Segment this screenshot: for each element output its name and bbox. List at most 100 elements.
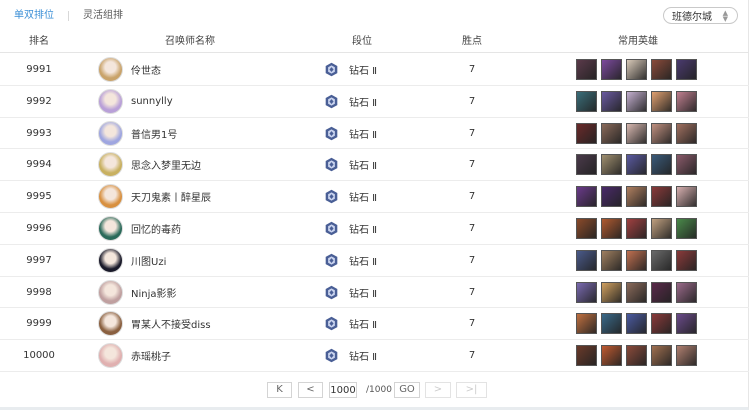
- champion-icon[interactable]: [651, 59, 672, 80]
- champion-icon[interactable]: [601, 122, 622, 144]
- summoner-avatar: [98, 184, 123, 210]
- champion-icon[interactable]: [676, 122, 697, 144]
- summoner-cell[interactable]: 普信男1号: [98, 118, 298, 149]
- champion-icon[interactable]: [576, 186, 597, 208]
- rank-cell: 9994: [26, 159, 52, 171]
- champion-icon[interactable]: [601, 154, 622, 176]
- last-page-button[interactable]: >|: [456, 382, 487, 398]
- champion-icon[interactable]: [676, 345, 697, 367]
- table-row[interactable]: 10000 赤瑶桃子 钻石 Ⅱ 7: [0, 340, 749, 372]
- champion-icon[interactable]: [651, 186, 672, 208]
- champion-icon[interactable]: [651, 154, 672, 176]
- tier-label: 钻石 Ⅱ: [349, 320, 378, 332]
- champion-icon[interactable]: [576, 122, 597, 144]
- champion-icon[interactable]: [626, 217, 647, 239]
- first-page-button[interactable]: K: [267, 382, 292, 398]
- champion-icon[interactable]: [651, 90, 672, 112]
- champion-icon[interactable]: [576, 345, 597, 367]
- champion-icon[interactable]: [676, 90, 697, 112]
- go-button[interactable]: GO: [394, 382, 420, 398]
- champion-icon[interactable]: [576, 154, 597, 176]
- champion-list: [576, 245, 700, 276]
- champion-list: [576, 308, 700, 339]
- champion-icon[interactable]: [601, 59, 622, 80]
- next-page-button[interactable]: >: [425, 382, 451, 398]
- champion-icon[interactable]: [601, 313, 622, 335]
- summoner-avatar: [98, 279, 123, 305]
- tab-flex[interactable]: 灵活组排: [83, 9, 123, 23]
- ranking-table-body: 9991 伶世态 钻石 Ⅱ 7 9992 sunnylly 钻石 Ⅱ 7 9993 普信男1号 钻石…: [0, 54, 749, 372]
- champion-icon[interactable]: [601, 186, 622, 208]
- diamond-tier-icon: [324, 157, 339, 172]
- tab-solo-duo[interactable]: 单双排位: [14, 9, 54, 23]
- table-row[interactable]: 9993 普信男1号 钻石 Ⅱ 7: [0, 118, 749, 150]
- champion-icon[interactable]: [651, 281, 672, 303]
- champion-list: [576, 340, 700, 371]
- summoner-cell[interactable]: 天刀鬼素丨醉星辰: [98, 181, 298, 212]
- table-row[interactable]: 9992 sunnylly 钻石 Ⅱ 7: [0, 86, 749, 118]
- champion-icon[interactable]: [601, 217, 622, 239]
- champion-icon[interactable]: [651, 249, 672, 271]
- table-row[interactable]: 9999 胃某人不接受diss 钻石 Ⅱ 7: [0, 308, 749, 341]
- table-row[interactable]: 9998 Ninja影影 钻石 Ⅱ 7: [0, 277, 749, 309]
- table-row[interactable]: 9991 伶世态 钻石 Ⅱ 7: [0, 54, 749, 86]
- champion-icon[interactable]: [676, 186, 697, 208]
- summoner-cell[interactable]: sunnylly: [98, 86, 298, 117]
- champion-icon[interactable]: [576, 90, 597, 112]
- champion-icon[interactable]: [676, 59, 697, 80]
- champion-icon[interactable]: [626, 345, 647, 367]
- prev-page-button[interactable]: <: [298, 382, 323, 398]
- champion-icon[interactable]: [651, 313, 672, 335]
- champion-icon[interactable]: [601, 281, 622, 303]
- champion-icon[interactable]: [676, 281, 697, 303]
- summoner-name: 赤瑶桃子: [131, 352, 171, 364]
- diamond-tier-icon: [324, 253, 339, 268]
- summoner-name: 回忆的毒药: [131, 224, 181, 236]
- summoner-cell[interactable]: Ninja影影: [98, 277, 298, 308]
- champion-list: [576, 149, 700, 180]
- summoner-cell[interactable]: 伶世态: [98, 54, 298, 85]
- champion-icon[interactable]: [676, 313, 697, 335]
- champion-icon[interactable]: [576, 217, 597, 239]
- diamond-tier-icon: [324, 316, 339, 331]
- server-select[interactable]: 班德尔城 ▲ ▼: [663, 7, 738, 24]
- table-row[interactable]: 9997 川图Uzi 钻石 Ⅱ 7: [0, 245, 749, 277]
- champion-icon[interactable]: [651, 345, 672, 367]
- champion-icon[interactable]: [676, 154, 697, 176]
- champion-icon[interactable]: [651, 217, 672, 239]
- summoner-cell[interactable]: 回忆的毒药: [98, 213, 298, 244]
- tier-cell: 钻石 Ⅱ: [324, 86, 404, 117]
- champion-icon[interactable]: [626, 90, 647, 112]
- champion-icon[interactable]: [626, 249, 647, 271]
- champion-icon[interactable]: [601, 90, 622, 112]
- summoner-cell[interactable]: 赤瑶桃子: [98, 340, 298, 371]
- table-row[interactable]: 9995 天刀鬼素丨醉星辰 钻石 Ⅱ 7: [0, 181, 749, 213]
- champion-icon[interactable]: [576, 313, 597, 335]
- champion-list: [576, 118, 700, 149]
- champion-icon[interactable]: [676, 217, 697, 239]
- summoner-cell[interactable]: 川图Uzi: [98, 245, 298, 276]
- tier-cell: 钻石 Ⅱ: [324, 340, 404, 371]
- champion-icon[interactable]: [601, 345, 622, 367]
- champion-icon[interactable]: [626, 186, 647, 208]
- champion-icon[interactable]: [626, 281, 647, 303]
- rank-cell: 9995: [26, 191, 52, 203]
- diamond-tier-icon: [324, 348, 339, 363]
- champion-icon[interactable]: [626, 59, 647, 80]
- champion-icon[interactable]: [626, 313, 647, 335]
- table-row[interactable]: 9994 思念入梦里无边 钻石 Ⅱ 7: [0, 149, 749, 182]
- champion-icon[interactable]: [576, 281, 597, 303]
- champion-icon[interactable]: [651, 122, 672, 144]
- summoner-cell[interactable]: 胃某人不接受diss: [98, 308, 298, 339]
- champion-icon[interactable]: [626, 122, 647, 144]
- table-row[interactable]: 9996 回忆的毒药 钻石 Ⅱ 7: [0, 213, 749, 245]
- champion-icon[interactable]: [626, 154, 647, 176]
- champion-icon[interactable]: [576, 59, 597, 80]
- summoner-avatar: [98, 247, 123, 273]
- summoner-cell[interactable]: 思念入梦里无边: [98, 149, 298, 180]
- champion-icon[interactable]: [676, 249, 697, 271]
- champion-icon[interactable]: [601, 249, 622, 271]
- champion-icon[interactable]: [576, 249, 597, 271]
- diamond-tier-icon: [324, 285, 339, 300]
- page-input[interactable]: [329, 382, 357, 398]
